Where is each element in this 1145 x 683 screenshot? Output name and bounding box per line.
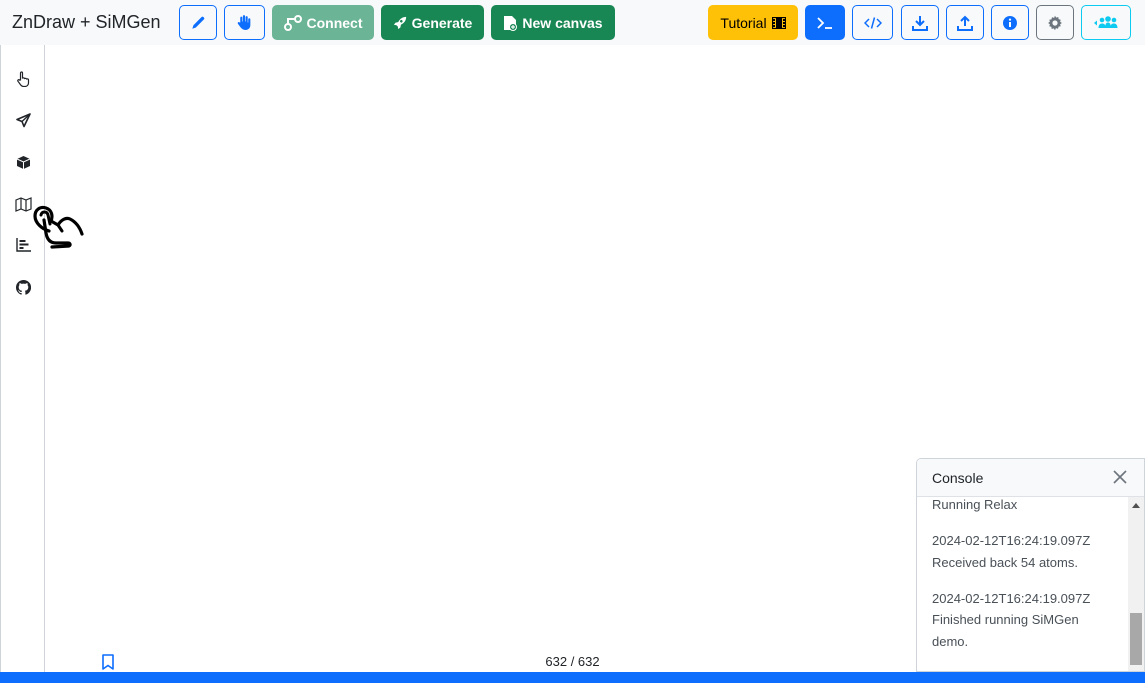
terminal-button[interactable] bbox=[805, 5, 845, 40]
github-icon bbox=[15, 279, 32, 300]
sidebar-item-github[interactable] bbox=[15, 279, 32, 300]
console-line: 2024-02-12T16:24:19.097Z bbox=[932, 533, 1091, 548]
scroll-thumb[interactable] bbox=[1130, 613, 1142, 665]
hand-icon bbox=[236, 14, 253, 31]
generate-button[interactable]: Generate bbox=[381, 5, 484, 40]
console-line: demo. bbox=[932, 634, 969, 649]
rocket-icon bbox=[393, 16, 407, 30]
app-brand[interactable]: ZnDraw + SiMGen bbox=[12, 12, 161, 33]
bar-chart-icon bbox=[16, 238, 31, 257]
pencil-icon bbox=[191, 16, 205, 30]
sidebar bbox=[0, 45, 45, 675]
code-icon bbox=[863, 16, 882, 30]
console-header[interactable]: Console bbox=[917, 459, 1144, 497]
navbar: ZnDraw + SiMGen Connect Generate New can… bbox=[0, 0, 1145, 45]
console-line: Finished running SiMGen bbox=[932, 612, 1079, 627]
users-icon bbox=[1093, 15, 1119, 31]
bookmark-icon[interactable] bbox=[101, 654, 115, 670]
sidebar-item-modifier[interactable] bbox=[15, 155, 32, 175]
console-panel: Console Running Relax 2024-02-12T16:24:1… bbox=[916, 458, 1145, 672]
console-scrollbar[interactable] bbox=[1128, 497, 1144, 671]
console-line: Running Relax bbox=[932, 497, 1018, 512]
hand-cursor-icon bbox=[30, 203, 86, 251]
pointer-hand-icon bbox=[16, 71, 31, 92]
tutorial-button[interactable]: Tutorial bbox=[708, 5, 798, 40]
connect-button[interactable]: Connect bbox=[272, 5, 374, 40]
code-button[interactable] bbox=[852, 5, 893, 40]
upload-button[interactable] bbox=[946, 5, 984, 40]
frame-counter: 632 / 632 bbox=[545, 654, 600, 669]
film-icon bbox=[771, 16, 786, 29]
close-icon[interactable] bbox=[1111, 468, 1129, 486]
console-line: Received back 54 atoms. bbox=[932, 555, 1078, 570]
download-icon bbox=[912, 15, 928, 31]
send-icon bbox=[16, 112, 31, 133]
download-button[interactable] bbox=[901, 5, 939, 40]
git-connect-icon bbox=[283, 14, 302, 31]
scroll-up-icon[interactable] bbox=[1132, 503, 1140, 508]
users-button[interactable] bbox=[1081, 5, 1131, 40]
console-line: 2024-02-12T16:24:19.097Z bbox=[932, 591, 1091, 606]
new-canvas-button[interactable]: New canvas bbox=[491, 5, 615, 40]
draw-button[interactable] bbox=[179, 5, 217, 40]
file-plus-icon bbox=[503, 15, 518, 31]
console-log: Running Relax 2024-02-12T16:24:19.097Z R… bbox=[917, 497, 1128, 671]
info-button[interactable] bbox=[991, 5, 1029, 40]
gear-icon bbox=[1047, 15, 1063, 31]
settings-button[interactable] bbox=[1036, 5, 1074, 40]
timeline-progress-bar[interactable] bbox=[0, 672, 1145, 683]
box-icon bbox=[16, 155, 31, 175]
console-title: Console bbox=[932, 470, 984, 486]
terminal-icon bbox=[816, 16, 834, 30]
upload-icon bbox=[957, 15, 973, 31]
sidebar-item-selection[interactable] bbox=[15, 71, 32, 92]
sidebar-item-geometry[interactable] bbox=[15, 112, 32, 133]
info-icon bbox=[1002, 15, 1018, 31]
interact-button[interactable] bbox=[224, 5, 265, 40]
